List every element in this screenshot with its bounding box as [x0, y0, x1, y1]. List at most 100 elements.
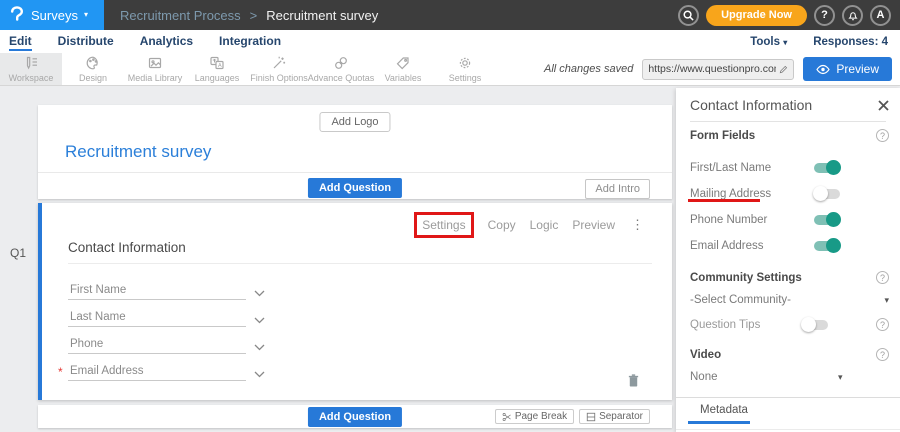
translate-icon: A [209, 55, 225, 71]
chevron-down-icon[interactable] [254, 344, 265, 351]
settings-annotation-box: Settings [414, 212, 473, 238]
tools-menu[interactable]: Tools ▾ [750, 36, 787, 48]
field-underline [68, 299, 246, 300]
help-icon[interactable]: ? [876, 318, 889, 331]
field-underline [68, 353, 246, 354]
chevron-down-icon[interactable] [254, 317, 265, 324]
survey-url-input[interactable] [648, 63, 776, 75]
chevron-down-icon: ▾ [84, 11, 88, 19]
toolbar-item-workspace[interactable]: Workspace [0, 53, 62, 85]
toolbar-item-design[interactable]: Design [62, 53, 124, 85]
mailing-address-toggle[interactable] [814, 189, 840, 199]
tab-analytics[interactable]: Analytics [140, 32, 193, 51]
chevron-down-icon: ▾ [884, 295, 889, 306]
phone-number-toggle[interactable] [814, 215, 840, 225]
question-title[interactable]: Contact Information [68, 240, 186, 255]
question-settings-panel: Contact Information Form Fields ? First/… [676, 88, 900, 432]
field-underline [68, 326, 246, 327]
question-settings-button[interactable]: Settings [422, 218, 465, 232]
toolbar-item-advance-quotas[interactable]: Advance Quotas [310, 53, 372, 85]
product-name: Surveys [31, 8, 78, 23]
wand-icon [271, 55, 287, 71]
community-select[interactable]: -Select Community- ▾ [690, 294, 889, 306]
tag-icon [395, 55, 411, 71]
responses-count[interactable]: Responses: 4 [813, 36, 888, 48]
required-asterisk: * [58, 365, 63, 379]
tab-distribute[interactable]: Distribute [58, 32, 114, 51]
main-nav: Edit Distribute Analytics Integration To… [0, 30, 900, 53]
tab-edit[interactable]: Edit [9, 32, 32, 51]
help-button[interactable]: ? [814, 5, 835, 26]
eye-icon [816, 64, 830, 75]
contact-fields: First Name Last Name Phone * Email Addre… [68, 277, 298, 385]
questionpro-logo-icon [9, 6, 25, 24]
toolbar-item-finish-options[interactable]: Finish Options [248, 53, 310, 85]
breadcrumb: Recruitment Process > Recruitment survey [120, 8, 378, 23]
notifications-button[interactable] [842, 5, 863, 26]
question-mark-icon: ? [821, 9, 828, 21]
divider [676, 397, 900, 398]
page-break-button[interactable]: Page Break [495, 409, 574, 424]
help-icon[interactable]: ? [876, 129, 889, 142]
add-question-button-top[interactable]: Add Question [308, 178, 402, 198]
chevron-down-icon[interactable] [254, 371, 265, 378]
field-row-first-name: First Name [68, 277, 298, 304]
panel-title: Contact Information [690, 97, 812, 113]
video-select[interactable]: None ▾ [690, 371, 889, 383]
upgrade-now-button[interactable]: Upgrade Now [706, 5, 807, 26]
edit-pencil-icon[interactable] [779, 64, 788, 75]
svg-text:A: A [218, 63, 222, 69]
scissors-icon [502, 412, 512, 422]
chevron-down-icon[interactable] [254, 290, 265, 297]
gear-icon [457, 55, 473, 71]
separator-icon [586, 412, 596, 422]
add-logo-button[interactable]: Add Logo [319, 112, 390, 132]
mailing-address-annotation-underline [688, 199, 760, 202]
toolbar-item-settings[interactable]: Settings [434, 53, 496, 85]
search-button[interactable] [678, 5, 699, 26]
palette-icon [85, 55, 101, 71]
metadata-active-tab-underline [688, 421, 750, 424]
question-number-label: Q1 [10, 246, 26, 260]
question-preview-button[interactable]: Preview [572, 218, 615, 232]
tab-metadata[interactable]: Metadata [700, 404, 748, 416]
field-underline [68, 380, 246, 381]
breadcrumb-separator: > [250, 8, 258, 23]
toggle-row-email-address: Email Address [690, 240, 889, 252]
chevron-down-icon: ▾ [838, 372, 843, 383]
divider [676, 429, 900, 430]
toolbar-item-variables[interactable]: Variables [372, 53, 434, 85]
kebab-menu-icon[interactable]: ⋮ [631, 217, 644, 233]
field-row-email: * Email Address [68, 358, 298, 385]
toggle-row-first-last-name: First/Last Name [690, 162, 889, 174]
trash-icon [627, 373, 640, 388]
add-intro-button[interactable]: Add Intro [585, 179, 650, 199]
top-header: Surveys ▾ Recruitment Process > Recruitm… [0, 0, 900, 30]
breadcrumb-parent[interactable]: Recruitment Process [120, 8, 241, 23]
email-address-toggle[interactable] [814, 241, 840, 251]
add-question-button-bottom[interactable]: Add Question [308, 407, 402, 427]
question-card: Settings Copy Logic Preview ⋮ Contact In… [38, 203, 672, 400]
help-icon[interactable]: ? [876, 271, 889, 284]
separator-button[interactable]: Separator [579, 409, 650, 424]
question-logic-button[interactable]: Logic [530, 218, 559, 232]
toolbar-item-languages[interactable]: A Languages [186, 53, 248, 85]
breadcrumb-current: Recruitment survey [266, 8, 378, 23]
delete-question-button[interactable] [627, 373, 640, 388]
avatar[interactable]: A [870, 5, 891, 26]
divider [690, 121, 886, 122]
form-fields-heading-row: Form Fields ? [690, 129, 889, 142]
add-question-bar: Add Question Page Break Separator [38, 405, 672, 428]
image-icon [147, 55, 163, 71]
tab-integration[interactable]: Integration [219, 32, 281, 51]
preview-button[interactable]: Preview [803, 57, 892, 81]
survey-title[interactable]: Recruitment survey [65, 142, 211, 162]
help-icon[interactable]: ? [876, 348, 889, 361]
close-icon[interactable] [878, 100, 889, 111]
toolbar-item-media-library[interactable]: Media Library [124, 53, 186, 85]
question-tips-toggle[interactable] [802, 320, 828, 330]
survey-url-box[interactable] [642, 59, 794, 80]
product-switcher[interactable]: Surveys ▾ [0, 0, 104, 30]
first-last-name-toggle[interactable] [814, 163, 840, 173]
question-copy-button[interactable]: Copy [488, 218, 516, 232]
